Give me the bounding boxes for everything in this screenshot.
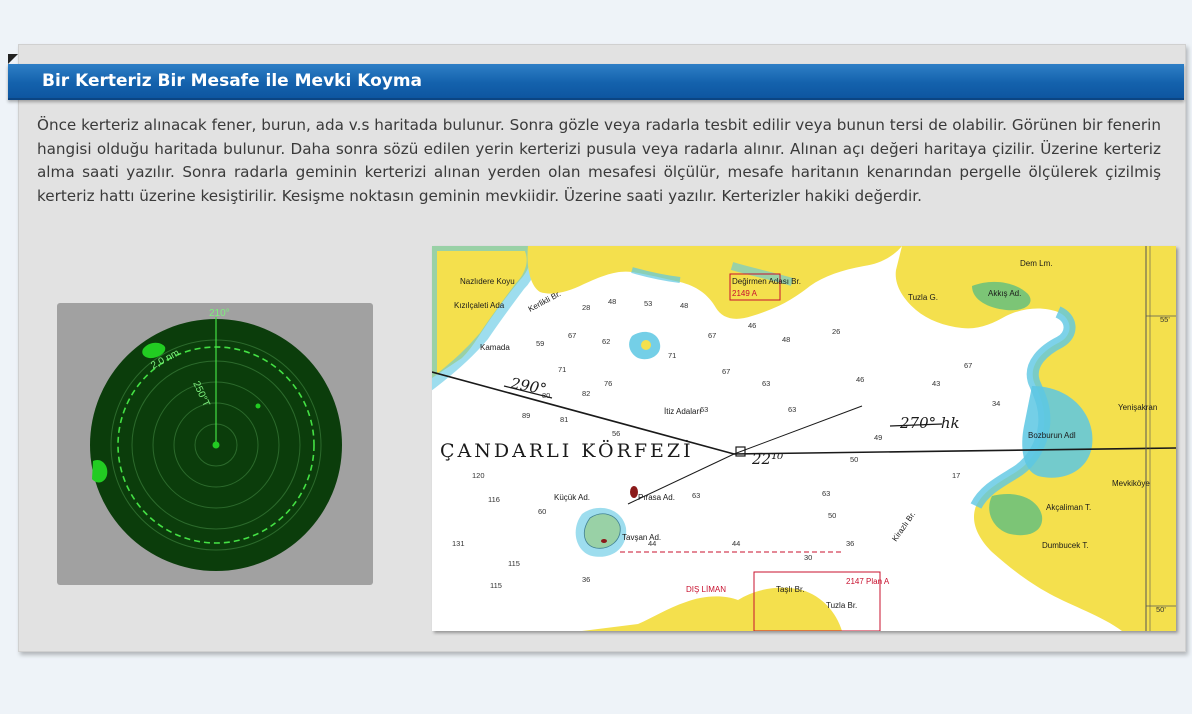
place-dis-liman: DIŞ LİMAN xyxy=(686,585,726,594)
svg-text:131: 131 xyxy=(452,539,465,548)
svg-text:63: 63 xyxy=(700,405,708,414)
lesson-paragraph: Önce kerteriz alınacak fener, burun, ada… xyxy=(37,116,1161,205)
svg-text:59: 59 xyxy=(536,339,544,348)
place-kizilcaleti: Kızılçaleti Ada xyxy=(454,301,505,310)
place-yenisakran: Yenişakran xyxy=(1118,403,1157,412)
place-pirasa: Pırasa Ad. xyxy=(638,493,675,502)
svg-text:48: 48 xyxy=(680,301,688,310)
place-akkis: Akkış Ad. xyxy=(988,289,1021,298)
svg-text:48: 48 xyxy=(608,297,616,306)
svg-text:30: 30 xyxy=(804,553,812,562)
svg-text:120: 120 xyxy=(472,471,485,480)
svg-text:50: 50 xyxy=(828,511,836,520)
svg-text:36: 36 xyxy=(582,575,590,584)
fix-time-label: 22¹⁰ xyxy=(751,450,783,468)
svg-text:48: 48 xyxy=(782,335,790,344)
svg-text:63: 63 xyxy=(692,491,700,500)
svg-text:34: 34 xyxy=(992,399,1000,408)
svg-text:44: 44 xyxy=(732,539,740,548)
svg-text:28: 28 xyxy=(582,303,590,312)
svg-text:89: 89 xyxy=(522,411,530,420)
svg-text:67: 67 xyxy=(708,331,716,340)
svg-text:115: 115 xyxy=(508,559,520,568)
svg-text:67: 67 xyxy=(568,331,576,340)
svg-text:116: 116 xyxy=(488,495,500,504)
place-dumbucek: Dumbucek T. xyxy=(1042,541,1089,550)
latitude-55: 55' xyxy=(1160,315,1170,324)
place-dem: Dem Lm. xyxy=(1020,259,1052,268)
own-ship-marker xyxy=(212,441,220,449)
svg-text:76: 76 xyxy=(604,379,612,388)
place-bozburun: Bozburun Adl xyxy=(1028,431,1076,440)
svg-text:36: 36 xyxy=(846,539,854,548)
svg-text:53: 53 xyxy=(644,299,652,308)
svg-text:71: 71 xyxy=(668,351,676,360)
svg-text:115: 115 xyxy=(490,581,502,590)
svg-text:67: 67 xyxy=(722,367,730,376)
place-degirmen: Değirmen Adası Br. xyxy=(732,277,801,286)
title-bar: Bir Kerteriz Bir Mesafe ile Mevki Koyma xyxy=(8,64,1184,100)
ref-2147: 2147 Plan A xyxy=(846,577,890,586)
place-tuzla-br: Tuzla Br. xyxy=(826,601,857,610)
svg-text:26: 26 xyxy=(832,327,840,336)
radar-scope-graphic: 210° 2,0 nm 250°T xyxy=(90,308,342,571)
svg-text:46: 46 xyxy=(748,321,756,330)
gulf-name-label: ÇANDARLI KÖRFEZİ xyxy=(440,439,694,462)
svg-text:67: 67 xyxy=(964,361,972,370)
svg-text:49: 49 xyxy=(874,433,882,442)
svg-text:60: 60 xyxy=(538,507,546,516)
svg-text:63: 63 xyxy=(762,379,770,388)
radar-display: 210° 2,0 nm 250°T xyxy=(57,303,373,585)
svg-text:62: 62 xyxy=(602,337,610,346)
place-kamada: Kamada xyxy=(480,343,510,352)
place-akcaliman: Akçaliman T. xyxy=(1046,503,1091,512)
nautical-chart: ÇANDARLI KÖRFEZİ 290° 270° hk 22¹⁰ Nazlı… xyxy=(432,246,1176,631)
bearing-label: 210° xyxy=(209,308,230,319)
svg-text:43: 43 xyxy=(932,379,940,388)
place-itiz: İtiz Adaları xyxy=(664,407,701,416)
place-kucuk: Küçük Ad. xyxy=(554,493,590,502)
page-title: Bir Kerteriz Bir Mesafe ile Mevki Koyma xyxy=(42,71,423,91)
latitude-50: 50' xyxy=(1156,605,1166,614)
place-tuzla-g: Tuzla G. xyxy=(908,293,938,302)
pirasa-island xyxy=(630,486,638,498)
ref-2149: 2149 A xyxy=(732,289,758,298)
corner-fold-decoration xyxy=(8,54,18,64)
place-mevkikoye: Mevkiköye xyxy=(1112,479,1150,488)
svg-text:63: 63 xyxy=(788,405,796,414)
itiz-island xyxy=(641,340,651,350)
place-nazli: Nazlıdere Koyu xyxy=(460,277,515,286)
svg-text:17: 17 xyxy=(952,471,960,480)
svg-text:63: 63 xyxy=(822,489,830,498)
svg-text:80: 80 xyxy=(542,391,550,400)
svg-text:71: 71 xyxy=(558,365,566,374)
svg-text:44: 44 xyxy=(648,539,656,548)
svg-text:50: 50 xyxy=(850,455,858,464)
svg-text:56: 56 xyxy=(612,429,620,438)
nautical-chart-graphic: ÇANDARLI KÖRFEZİ 290° 270° hk 22¹⁰ Nazlı… xyxy=(432,246,1176,631)
svg-text:82: 82 xyxy=(582,389,590,398)
svg-text:81: 81 xyxy=(560,415,568,424)
svg-text:46: 46 xyxy=(856,375,864,384)
radar-echo-target xyxy=(255,403,261,409)
place-tasli: Taşlı Br. xyxy=(776,585,804,594)
bearing-2-label: 270° hk xyxy=(899,414,960,432)
